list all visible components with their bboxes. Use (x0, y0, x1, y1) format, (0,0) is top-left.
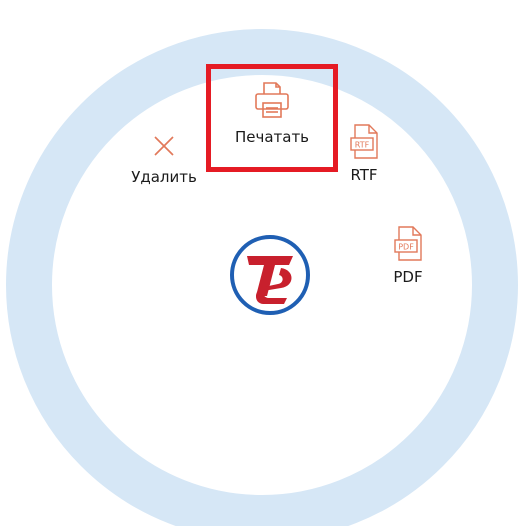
print-button[interactable]: Печатать (206, 64, 338, 172)
brand-logo-icon (229, 234, 311, 316)
pdf-badge-text: PDF (398, 243, 414, 252)
export-rtf-button[interactable]: RTF RTF (342, 124, 386, 184)
delete-button[interactable]: Удалить (124, 132, 204, 186)
printer-icon (252, 79, 292, 125)
close-icon (150, 132, 178, 164)
rtf-badge-text: RTF (355, 141, 370, 150)
pdf-label: PDF (393, 268, 423, 286)
pdf-file-icon: PDF (393, 226, 423, 266)
rtf-label: RTF (350, 166, 378, 184)
rtf-file-icon: RTF (349, 124, 379, 164)
radial-menu: Печатать Удалить RTF RTF PDF PDF (0, 0, 525, 526)
print-label: Печатать (234, 128, 310, 146)
delete-label: Удалить (131, 168, 197, 186)
export-pdf-button[interactable]: PDF PDF (386, 226, 430, 286)
